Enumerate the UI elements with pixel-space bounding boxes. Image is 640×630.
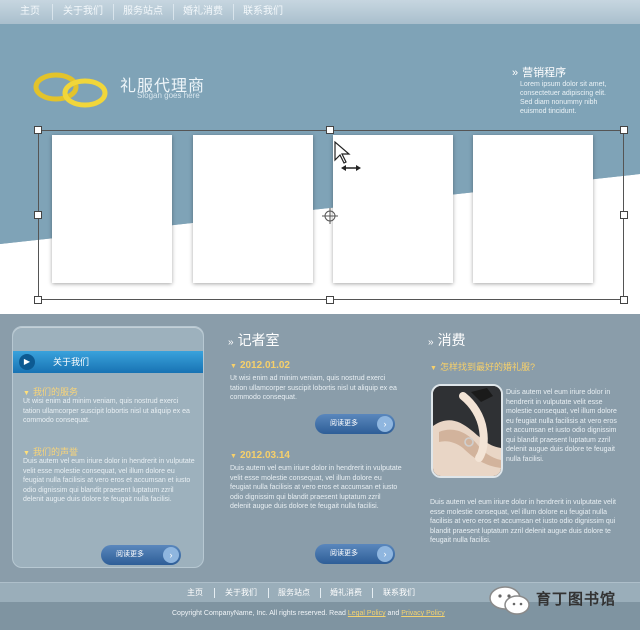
news-date-1: ▼ 2012.01.02 — [230, 360, 290, 371]
about-panel: ▶ 关于我们 ▼ 我们的服务 Ut wisi enim ad minim veni… — [12, 326, 204, 568]
headline-title: » 营销程序 — [512, 64, 566, 80]
headline-text: Lorem ipsum dolor sit amet, consectetuer… — [520, 81, 607, 115]
press-room-title-text: 记者室 — [237, 332, 280, 348]
question-title-text: 怎样找到最好的婚礼服? — [439, 362, 535, 372]
read-more-label: 阅读更多 — [330, 550, 358, 557]
press-room-title: » 记者室 — [228, 330, 280, 350]
triangle-bullet-icon: ▼ — [230, 363, 237, 370]
page: 主页 关于我们 服务站点 婚礼消费 联系我们 礼服代理商 Slogan goes… — [0, 0, 640, 630]
privacy-policy-link[interactable]: Privacy Policy — [401, 610, 445, 617]
legal-policy-link[interactable]: Legal Policy — [348, 610, 386, 617]
triangle-bullet-icon: ▼ — [430, 365, 437, 372]
nav-services[interactable]: 服务站点 — [116, 0, 170, 24]
move-cursor-icon — [334, 140, 361, 171]
footer-nav-services[interactable]: 服务站点 — [270, 583, 318, 603]
nav-wedding[interactable]: 婚礼消费 — [176, 0, 230, 24]
wechat-icon — [489, 586, 530, 615]
resize-handle-bottom-right[interactable] — [620, 296, 628, 304]
services-text: Ut wisi enim ad minim veniam, quis nostr… — [23, 398, 190, 424]
resize-handle-left[interactable] — [34, 211, 42, 219]
wedding-rings-logo-icon — [33, 72, 108, 108]
nav-separator — [233, 4, 234, 20]
content-section: ▶ 关于我们 ▼ 我们的服务 Ut wisi enim ad minim veni… — [0, 314, 640, 582]
nav-separator — [214, 588, 215, 598]
chevron-right-icon: › — [377, 546, 393, 562]
chevron-right-icon: › — [163, 547, 179, 563]
read-more-button[interactable]: 阅读更多 › — [315, 414, 395, 434]
nav-separator — [268, 588, 269, 598]
wedding-hands-image — [433, 386, 501, 476]
nav-about[interactable]: 关于我们 — [56, 0, 110, 24]
consumption-title-text: 消费 — [437, 332, 466, 348]
watermark-text: 育丁图书馆 — [536, 591, 617, 608]
services-title-text: 我们的服务 — [32, 387, 78, 397]
consumption-title: » 消费 — [428, 330, 466, 350]
nav-separator — [320, 588, 321, 598]
news-date-2-text: 2012.03.14 — [239, 450, 290, 461]
news-text-1: Ut wisi enim ad minim veniam, quis nostr… — [230, 375, 397, 401]
footer-nav-home[interactable]: 主页 — [178, 583, 212, 603]
triangle-bullet-icon: ▼ — [23, 390, 30, 397]
nav-separator — [173, 4, 174, 20]
read-more-button[interactable]: 阅读更多 › — [101, 545, 181, 565]
footer-nav-wedding[interactable]: 婚礼消费 — [322, 583, 370, 603]
bullet-icon: » — [512, 67, 519, 79]
bullet-icon: » — [228, 337, 234, 348]
nav-contact[interactable]: 联系我们 — [236, 0, 290, 24]
consumption-text-2: Duis autem vel eum iriure dolor in hendr… — [430, 499, 616, 544]
triangle-bullet-icon: ▼ — [230, 453, 237, 460]
copyright-text: Copyright CompanyName, Inc. All rights r… — [172, 610, 445, 617]
nav-separator — [113, 4, 114, 20]
chevron-right-icon: › — [377, 416, 393, 432]
headline-title-text: 营销程序 — [522, 67, 567, 79]
resize-handle-right[interactable] — [620, 211, 628, 219]
footer-nav-about[interactable]: 关于我们 — [216, 583, 266, 603]
read-more-label: 阅读更多 — [330, 420, 358, 427]
news-text-2: Duis autem vel eum iriure dolor in hendr… — [230, 465, 402, 510]
logo-slogan: Slogan goes here — [137, 91, 200, 100]
reputation-text: Duis autem vel eum iriure dolor in hendr… — [23, 458, 195, 503]
copyright-prefix: Copyright CompanyName, Inc. All rights r… — [172, 610, 348, 617]
arrow-right-icon: ▶ — [19, 354, 35, 370]
question-title: ▼ 怎样找到最好的婚礼服? — [430, 360, 535, 373]
copyright-and: and — [385, 610, 402, 617]
resize-handle-bottom[interactable] — [326, 296, 334, 304]
resize-handle-bottom-left[interactable] — [34, 296, 42, 304]
consumption-text-1: Duis autem vel eum iriure dolor in hendr… — [506, 389, 617, 463]
watermark: 育丁图书馆 — [484, 582, 634, 622]
triangle-bullet-icon: ▼ — [23, 450, 30, 457]
read-more-button[interactable]: 阅读更多 › — [315, 544, 395, 564]
top-nav: 主页 关于我们 服务站点 婚礼消费 联系我们 — [0, 0, 640, 25]
rotation-pivot-icon[interactable] — [322, 208, 338, 224]
news-date-2: ▼ 2012.03.14 — [230, 450, 290, 461]
resize-handle-top[interactable] — [326, 126, 334, 134]
resize-handle-top-right[interactable] — [620, 126, 628, 134]
reputation-title-text: 我们的声誉 — [32, 447, 78, 457]
bullet-icon: » — [428, 337, 434, 348]
nav-separator — [372, 588, 373, 598]
about-bar-label: 关于我们 — [53, 357, 90, 367]
about-bar[interactable]: ▶ 关于我们 — [13, 351, 203, 373]
nav-home[interactable]: 主页 — [10, 0, 50, 24]
read-more-label: 阅读更多 — [116, 551, 144, 558]
footer-nav-contact[interactable]: 联系我们 — [374, 583, 424, 603]
nav-separator — [52, 4, 53, 20]
news-date-1-text: 2012.01.02 — [239, 360, 290, 371]
wedding-hands-photo — [431, 384, 503, 478]
resize-handle-top-left[interactable] — [34, 126, 42, 134]
